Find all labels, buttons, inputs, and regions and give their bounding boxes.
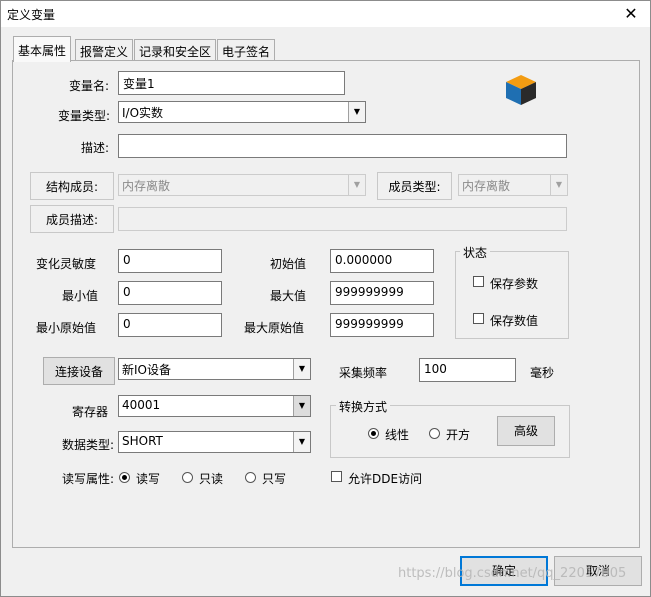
sqrt-label: 开方 [446,428,471,442]
min-raw-label: 最小原始值 [36,321,97,335]
read-only-radio[interactable] [182,472,193,483]
tab-record-security[interactable]: 记录和安全区 [134,39,217,61]
max-value-label: 最大值 [270,289,307,303]
tab-e-signature[interactable]: 电子签名 [217,39,276,61]
description-input[interactable] [118,134,567,158]
save-value-checkbox[interactable] [473,313,484,324]
tab-alarm-definition[interactable]: 报警定义 [75,39,134,61]
struct-member-select: 内存离散 ▼ [118,174,366,196]
member-desc-label-text: 成员描述: [45,213,99,227]
sample-rate-label: 采集频率 [339,366,388,380]
dialog-title: 定义变量 [7,8,56,22]
save-params-label: 保存参数 [490,277,539,291]
tab-label: 电子签名 [222,45,271,59]
read-write-label: 读写 [136,472,161,486]
var-type-label: 变量类型: [58,109,111,123]
chevron-down-icon: ▼ [348,175,365,195]
allow-dde-checkbox[interactable] [331,471,342,482]
save-value-label: 保存数值 [490,314,539,328]
var-name-label: 变量名: [69,79,110,93]
var-type-value: I/O实数 [122,106,164,120]
initial-value-input[interactable]: 0.000000 [330,249,434,273]
sensitivity-label: 变化灵敏度 [36,257,97,271]
member-type-select: 内存离散 ▼ [458,174,568,196]
description-label: 描述: [81,141,110,155]
max-raw-input[interactable]: 999999999 [330,313,434,337]
min-value-label: 最小值 [62,289,99,303]
title-bar: 定义变量 ✕ [1,1,650,27]
connect-device-button[interactable]: 连接设备 [43,357,115,385]
access-label: 读写属性: [62,472,115,486]
device-select[interactable]: 新IO设备 ▼ [118,358,311,380]
data-type-value: SHORT [122,434,163,448]
status-group-title: 状态 [460,244,491,261]
struct-member-label: 结构成员: [30,172,114,200]
data-type-label: 数据类型: [62,438,115,452]
tab-label: 基本属性 [18,44,67,58]
sample-unit-label: 毫秒 [530,366,555,380]
tab-basic-properties[interactable]: 基本属性 [13,36,72,62]
member-desc-label: 成员描述: [30,205,114,233]
device-value: 新IO设备 [122,363,171,377]
save-params-checkbox[interactable] [473,276,484,287]
close-icon[interactable]: ✕ [620,3,642,25]
initial-value-label: 初始值 [270,257,307,271]
struct-member-value: 内存离散 [122,179,171,193]
chevron-down-icon[interactable]: ▼ [293,359,310,379]
member-type-label-text: 成员类型: [388,180,441,194]
member-desc-input [118,207,567,231]
member-type-value: 内存离散 [462,179,511,193]
var-name-input[interactable]: 变量1 [118,71,345,95]
write-only-label: 只写 [262,472,287,486]
register-label: 寄存器 [72,405,109,419]
read-only-label: 只读 [199,472,224,486]
advanced-button[interactable]: 高级 [497,416,555,446]
data-type-select[interactable]: SHORT ▼ [118,431,311,453]
cube-icon [506,75,536,105]
linear-radio[interactable] [368,428,379,439]
sqrt-radio[interactable] [429,428,440,439]
define-variable-dialog: 定义变量 ✕ 基本属性 报警定义 记录和安全区 电子签名 变量名: 变量1 变量… [0,0,651,597]
register-select[interactable]: 40001 ▼ [118,395,311,417]
chevron-down-icon[interactable]: ▼ [293,432,310,452]
read-write-radio[interactable] [119,472,130,483]
max-value-input[interactable]: 999999999 [330,281,434,305]
chevron-down-icon[interactable]: ▼ [293,396,310,416]
sample-rate-input[interactable]: 100 [419,358,516,382]
tab-label: 报警定义 [80,45,129,59]
tab-label: 记录和安全区 [139,45,212,59]
min-value-input[interactable]: 0 [118,281,222,305]
chevron-down-icon[interactable]: ▼ [348,102,365,122]
conversion-group-title: 转换方式 [336,398,391,415]
var-type-select[interactable]: I/O实数 ▼ [118,101,366,123]
watermark-url: https://blog.csdn.net/qq_22017005 [398,566,627,581]
register-value: 40001 [122,398,161,412]
struct-member-label-text: 结构成员: [45,180,99,194]
member-type-label: 成员类型: [377,172,452,200]
write-only-radio[interactable] [245,472,256,483]
sensitivity-input[interactable]: 0 [118,249,222,273]
allow-dde-label: 允许DDE访问 [348,472,423,486]
linear-label: 线性 [385,428,410,442]
max-raw-label: 最大原始值 [244,321,305,335]
min-raw-input[interactable]: 0 [118,313,222,337]
chevron-down-icon: ▼ [550,175,567,195]
